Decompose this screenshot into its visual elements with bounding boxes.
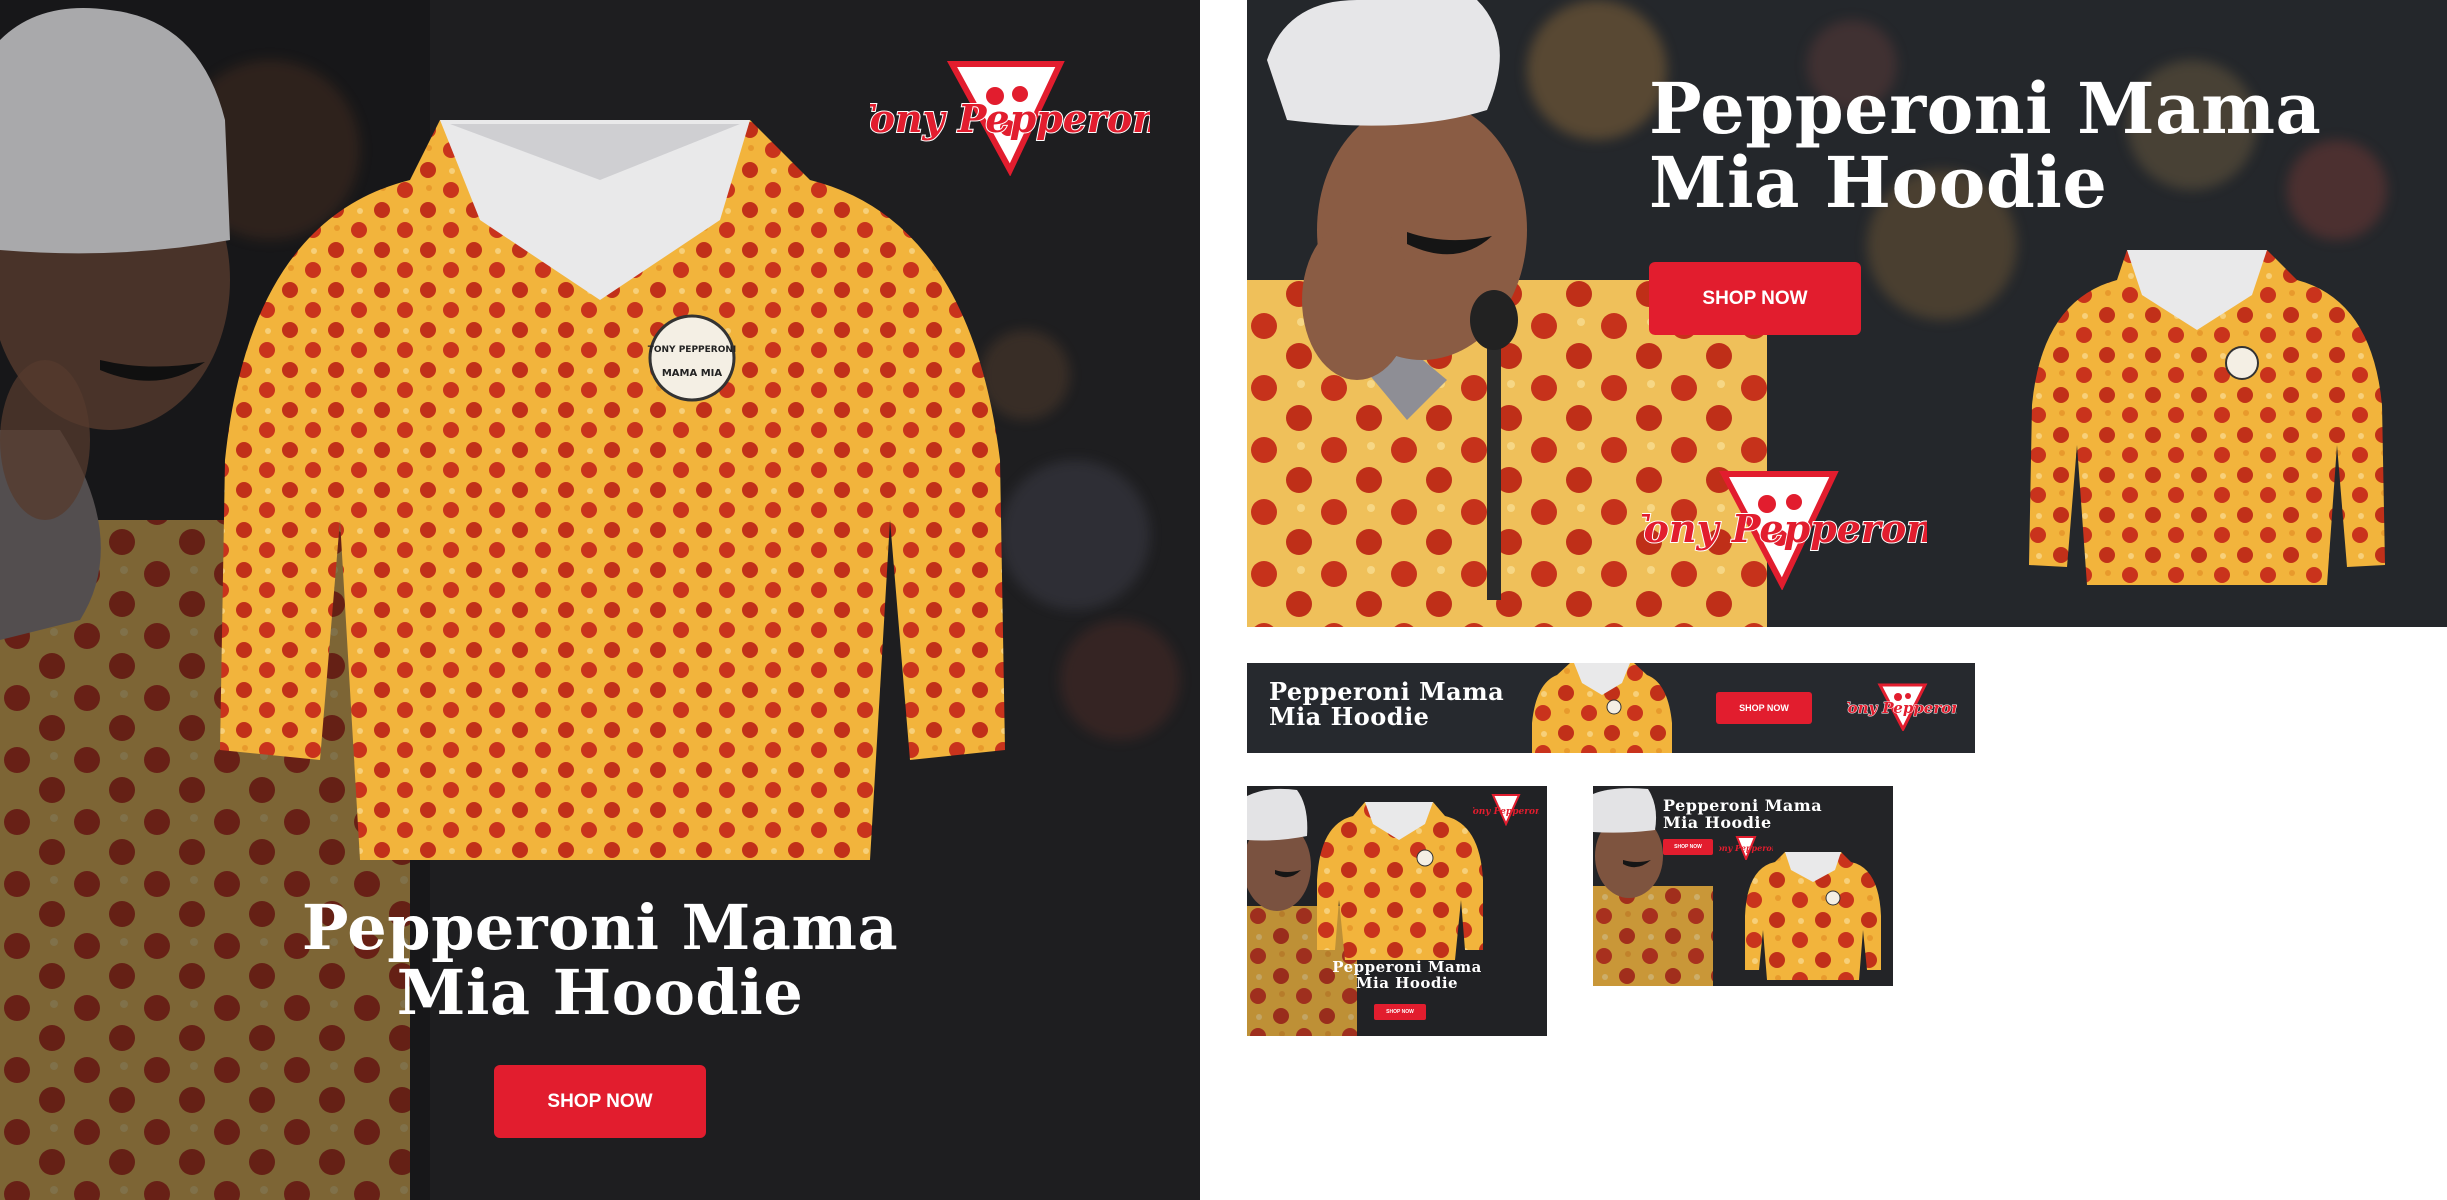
pepperoni-hoodie-image: [1532, 663, 1672, 753]
tony-pepperoni-logo: Tony Pepperoni: [1473, 794, 1539, 826]
product-title-line2: Mia Hoodie: [1269, 702, 1430, 732]
product-title: Pepperoni Mama Mia Hoodie: [1269, 677, 1529, 732]
tony-pepperoni-logo: Tony Pepperoni: [1642, 470, 1927, 590]
svg-text:Tony Pepperoni: Tony Pepperoni: [870, 96, 1150, 141]
product-title-line2: Mia Hoodie: [1649, 140, 2108, 224]
ad-rectangle-a[interactable]: Tony Pepperoni Pepperoni Mama Mia Hoodie…: [1247, 786, 1547, 1036]
ad-leaderboard[interactable]: Pepperoni Mama Mia Hoodie SHOP NOW Tony …: [1247, 663, 1975, 753]
shop-now-button[interactable]: SHOP NOW: [1649, 262, 1861, 335]
svg-text:Tony Pepperoni: Tony Pepperoni: [1473, 807, 1539, 817]
svg-text:Tony Pepperoni: Tony Pepperoni: [1642, 506, 1927, 551]
svg-text:Tony Pepperoni: Tony Pepperoni: [1847, 699, 1957, 717]
tony-pepperoni-logo: Tony Pepperoni: [870, 56, 1150, 176]
product-title-line1: Pepperoni Mama: [1269, 677, 1505, 706]
pepperoni-hoodie-image: [2029, 250, 2385, 585]
product-title-line1: Pepperoni Mama: [301, 891, 899, 964]
svg-text:TONY PEPPERONI: TONY PEPPERONI: [648, 345, 737, 355]
pepperoni-hoodie-image: [1745, 852, 1881, 980]
ad-square-large[interactable]: TONY PEPPERONI MAMA MIA Tony Pepperoni P…: [0, 0, 1200, 1200]
pizza-slice-icon: Tony Pepperoni: [870, 61, 1150, 176]
product-title-line2: Mia Hoodie: [1663, 812, 1772, 832]
product-title: Pepperoni Mama Mia Hoodie: [1649, 72, 2409, 219]
ad-wide-large[interactable]: Pepperoni Mama Mia Hoodie SHOP NOW Tony …: [1247, 0, 2447, 627]
pepperoni-hoodie-image: [1317, 802, 1483, 960]
pepperoni-hoodie-image: TONY PEPPERONI MAMA MIA: [220, 120, 1005, 860]
product-title: Pepperoni Mama Mia Hoodie: [1317, 959, 1497, 992]
product-title-line2: Mia Hoodie: [1355, 973, 1459, 992]
svg-text:MAMA MIA: MAMA MIA: [662, 368, 723, 379]
ad-rectangle-b[interactable]: Pepperoni Mama Mia Hoodie SHOP NOW Tony …: [1593, 786, 1893, 986]
product-title-line1: Pepperoni Mama: [1649, 67, 2322, 150]
shop-now-button[interactable]: SHOP NOW: [1374, 1004, 1426, 1020]
pizza-slice-icon: Tony Pepperoni: [1473, 794, 1539, 826]
hoodie-patch: [648, 314, 736, 402]
shop-now-button[interactable]: SHOP NOW: [1663, 839, 1713, 855]
product-title-line2: Mia Hoodie: [396, 956, 804, 1030]
product-title: Pepperoni Mama Mia Hoodie: [180, 895, 1020, 1025]
shop-now-button[interactable]: SHOP NOW: [494, 1065, 706, 1138]
product-title: Pepperoni Mama Mia Hoodie: [1663, 797, 1863, 832]
pizza-slice-icon: Tony Pepperoni: [1847, 683, 1957, 731]
tony-pepperoni-logo: Tony Pepperoni: [1847, 683, 1957, 731]
shop-now-button[interactable]: SHOP NOW: [1716, 692, 1812, 724]
pizza-slice-icon: Tony Pepperoni: [1642, 471, 1927, 590]
